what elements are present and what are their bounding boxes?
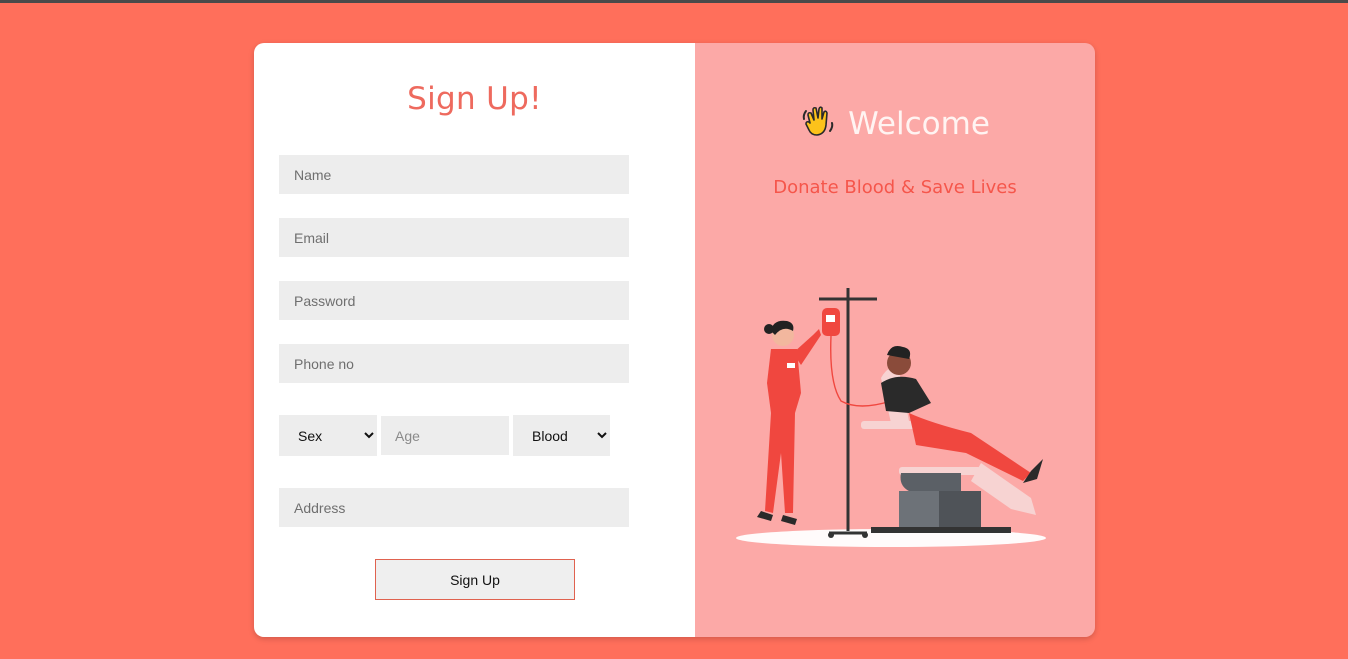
name-input[interactable] — [279, 155, 629, 194]
tagline: Donate Blood & Save Lives — [773, 177, 1017, 198]
email-input[interactable] — [279, 218, 629, 257]
age-input[interactable] — [381, 416, 509, 455]
signup-panel: Sign Up! Sex Blood Sign Up — [254, 43, 695, 637]
top-strip — [0, 0, 1348, 3]
signup-card: Sign Up! Sex Blood Sign Up Welcome Don — [254, 43, 1095, 637]
address-input[interactable] — [279, 488, 629, 527]
welcome-title: Welcome — [848, 105, 990, 142]
blood-donation-illustration — [731, 283, 1061, 558]
welcome-header: Welcome — [695, 103, 1095, 144]
phone-input[interactable] — [279, 344, 629, 383]
waving-hand-icon — [800, 103, 836, 144]
blood-select[interactable]: Blood — [513, 415, 610, 456]
password-input[interactable] — [279, 281, 629, 320]
welcome-panel: Welcome Donate Blood & Save Lives — [695, 43, 1095, 637]
page-title: Sign Up! — [407, 81, 542, 117]
signup-button[interactable]: Sign Up — [375, 559, 575, 600]
sex-select[interactable]: Sex — [279, 415, 377, 456]
